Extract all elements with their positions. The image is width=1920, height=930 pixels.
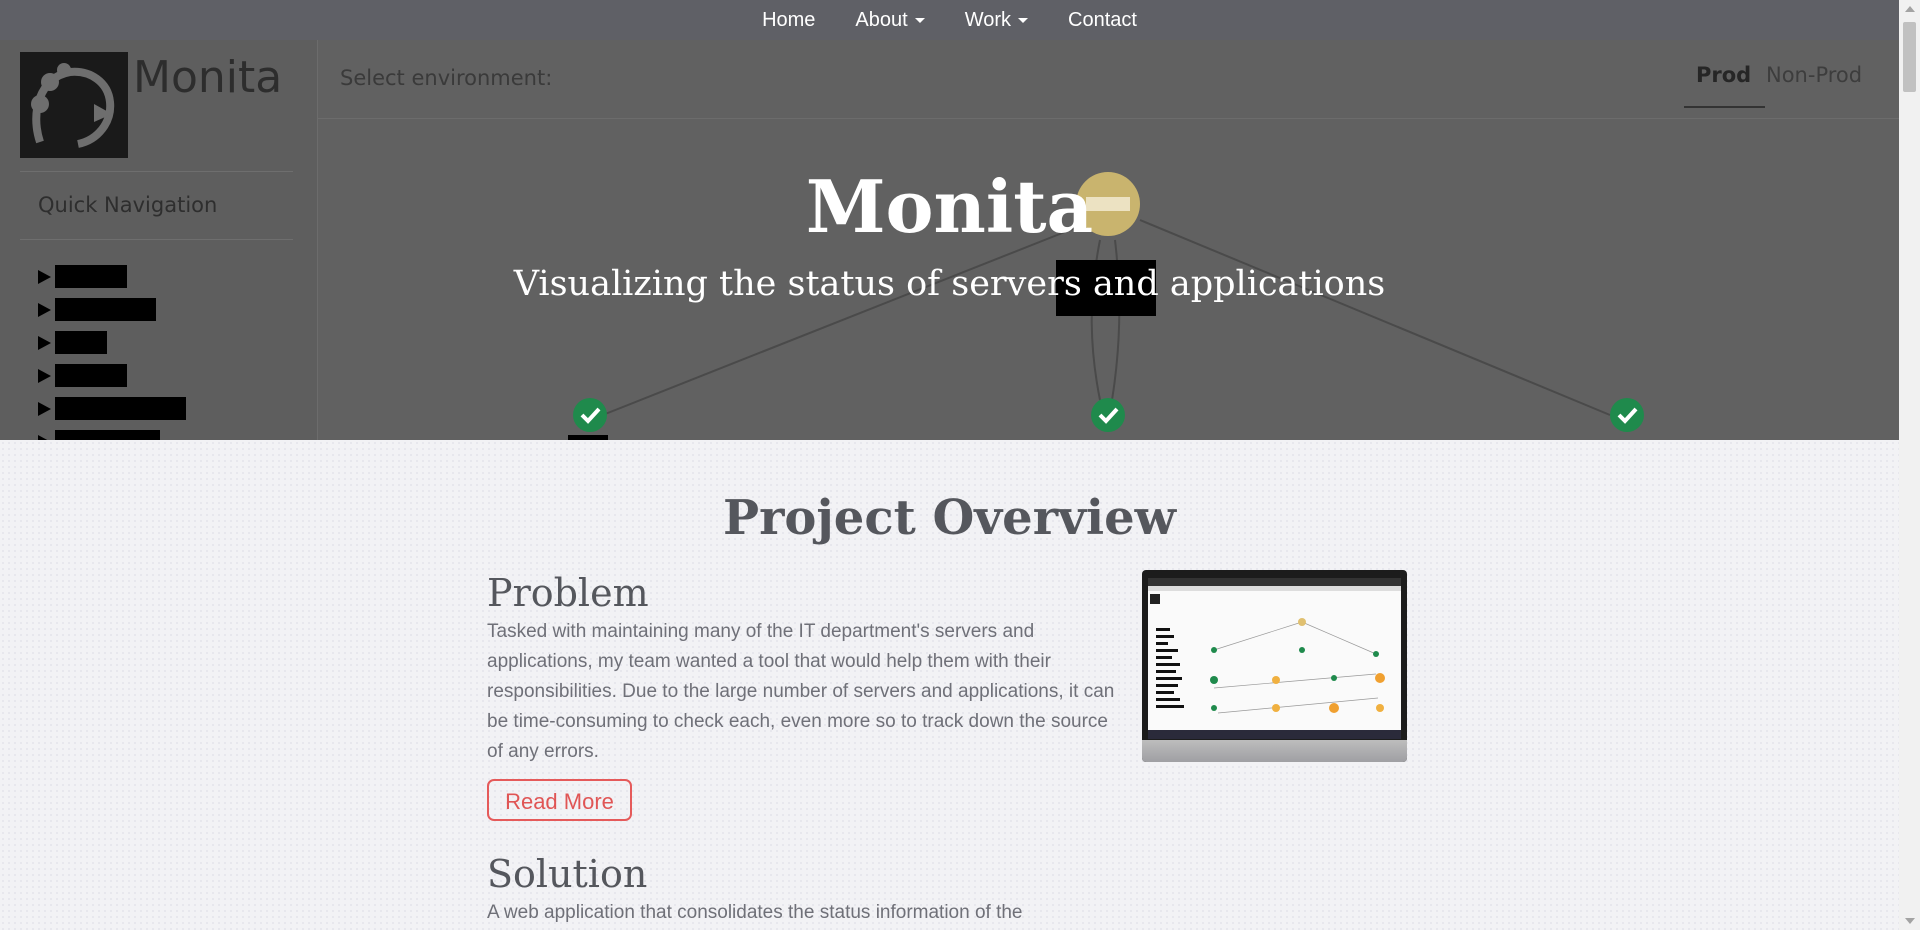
nav-about-dropdown[interactable]: About — [855, 8, 925, 32]
nav-home-link[interactable]: Home — [762, 9, 815, 32]
scroll-up-arrow-icon[interactable] — [1905, 6, 1915, 12]
read-more-button[interactable]: Read More — [487, 779, 632, 821]
monitor-stand — [1142, 740, 1407, 762]
ok-status-icon — [1091, 398, 1125, 432]
caret-down-icon — [1018, 17, 1028, 23]
nav-work-label: Work — [964, 8, 1011, 31]
ok-status-icon — [1610, 398, 1644, 432]
hero-subtitle: Visualizing the status of servers and ap… — [513, 264, 1386, 304]
graph-edge — [589, 219, 1096, 421]
solution-heading: Solution — [487, 852, 648, 896]
top-navbar: Home About Work Contact — [0, 0, 1899, 40]
ok-status-icon — [573, 398, 607, 432]
project-overview-section: Project Overview Problem Tasked with mai… — [0, 440, 1899, 930]
project-overview-title: Project Overview — [723, 490, 1176, 546]
monitor-screen — [1148, 578, 1401, 739]
scrollbar-thumb[interactable] — [1903, 22, 1916, 92]
nav-home-label: Home — [762, 8, 816, 31]
nav-work-dropdown[interactable]: Work — [965, 9, 1028, 32]
hero-title: Monita — [805, 164, 1094, 249]
app-screenshot-monitor-image — [1142, 570, 1407, 762]
caret-down-icon — [914, 17, 925, 23]
problem-text: Tasked with maintaining many of the IT d… — [487, 621, 1115, 762]
page-scrollbar[interactable] — [1899, 0, 1920, 930]
scroll-down-arrow-icon[interactable] — [1905, 918, 1915, 924]
hero-banner: Monita Quick Navigation Select environme… — [0, 40, 1899, 440]
graph-edge — [1139, 219, 1611, 416]
solution-text: A web application that consolidates the … — [487, 902, 1023, 923]
nav-contact-link[interactable]: Contact — [1068, 9, 1137, 32]
problem-heading: Problem — [487, 571, 649, 615]
nav-contact-label: Contact — [1068, 8, 1137, 31]
nav-about-label: About — [855, 8, 908, 31]
dashboard-thumbnail-image — [1148, 578, 1401, 739]
